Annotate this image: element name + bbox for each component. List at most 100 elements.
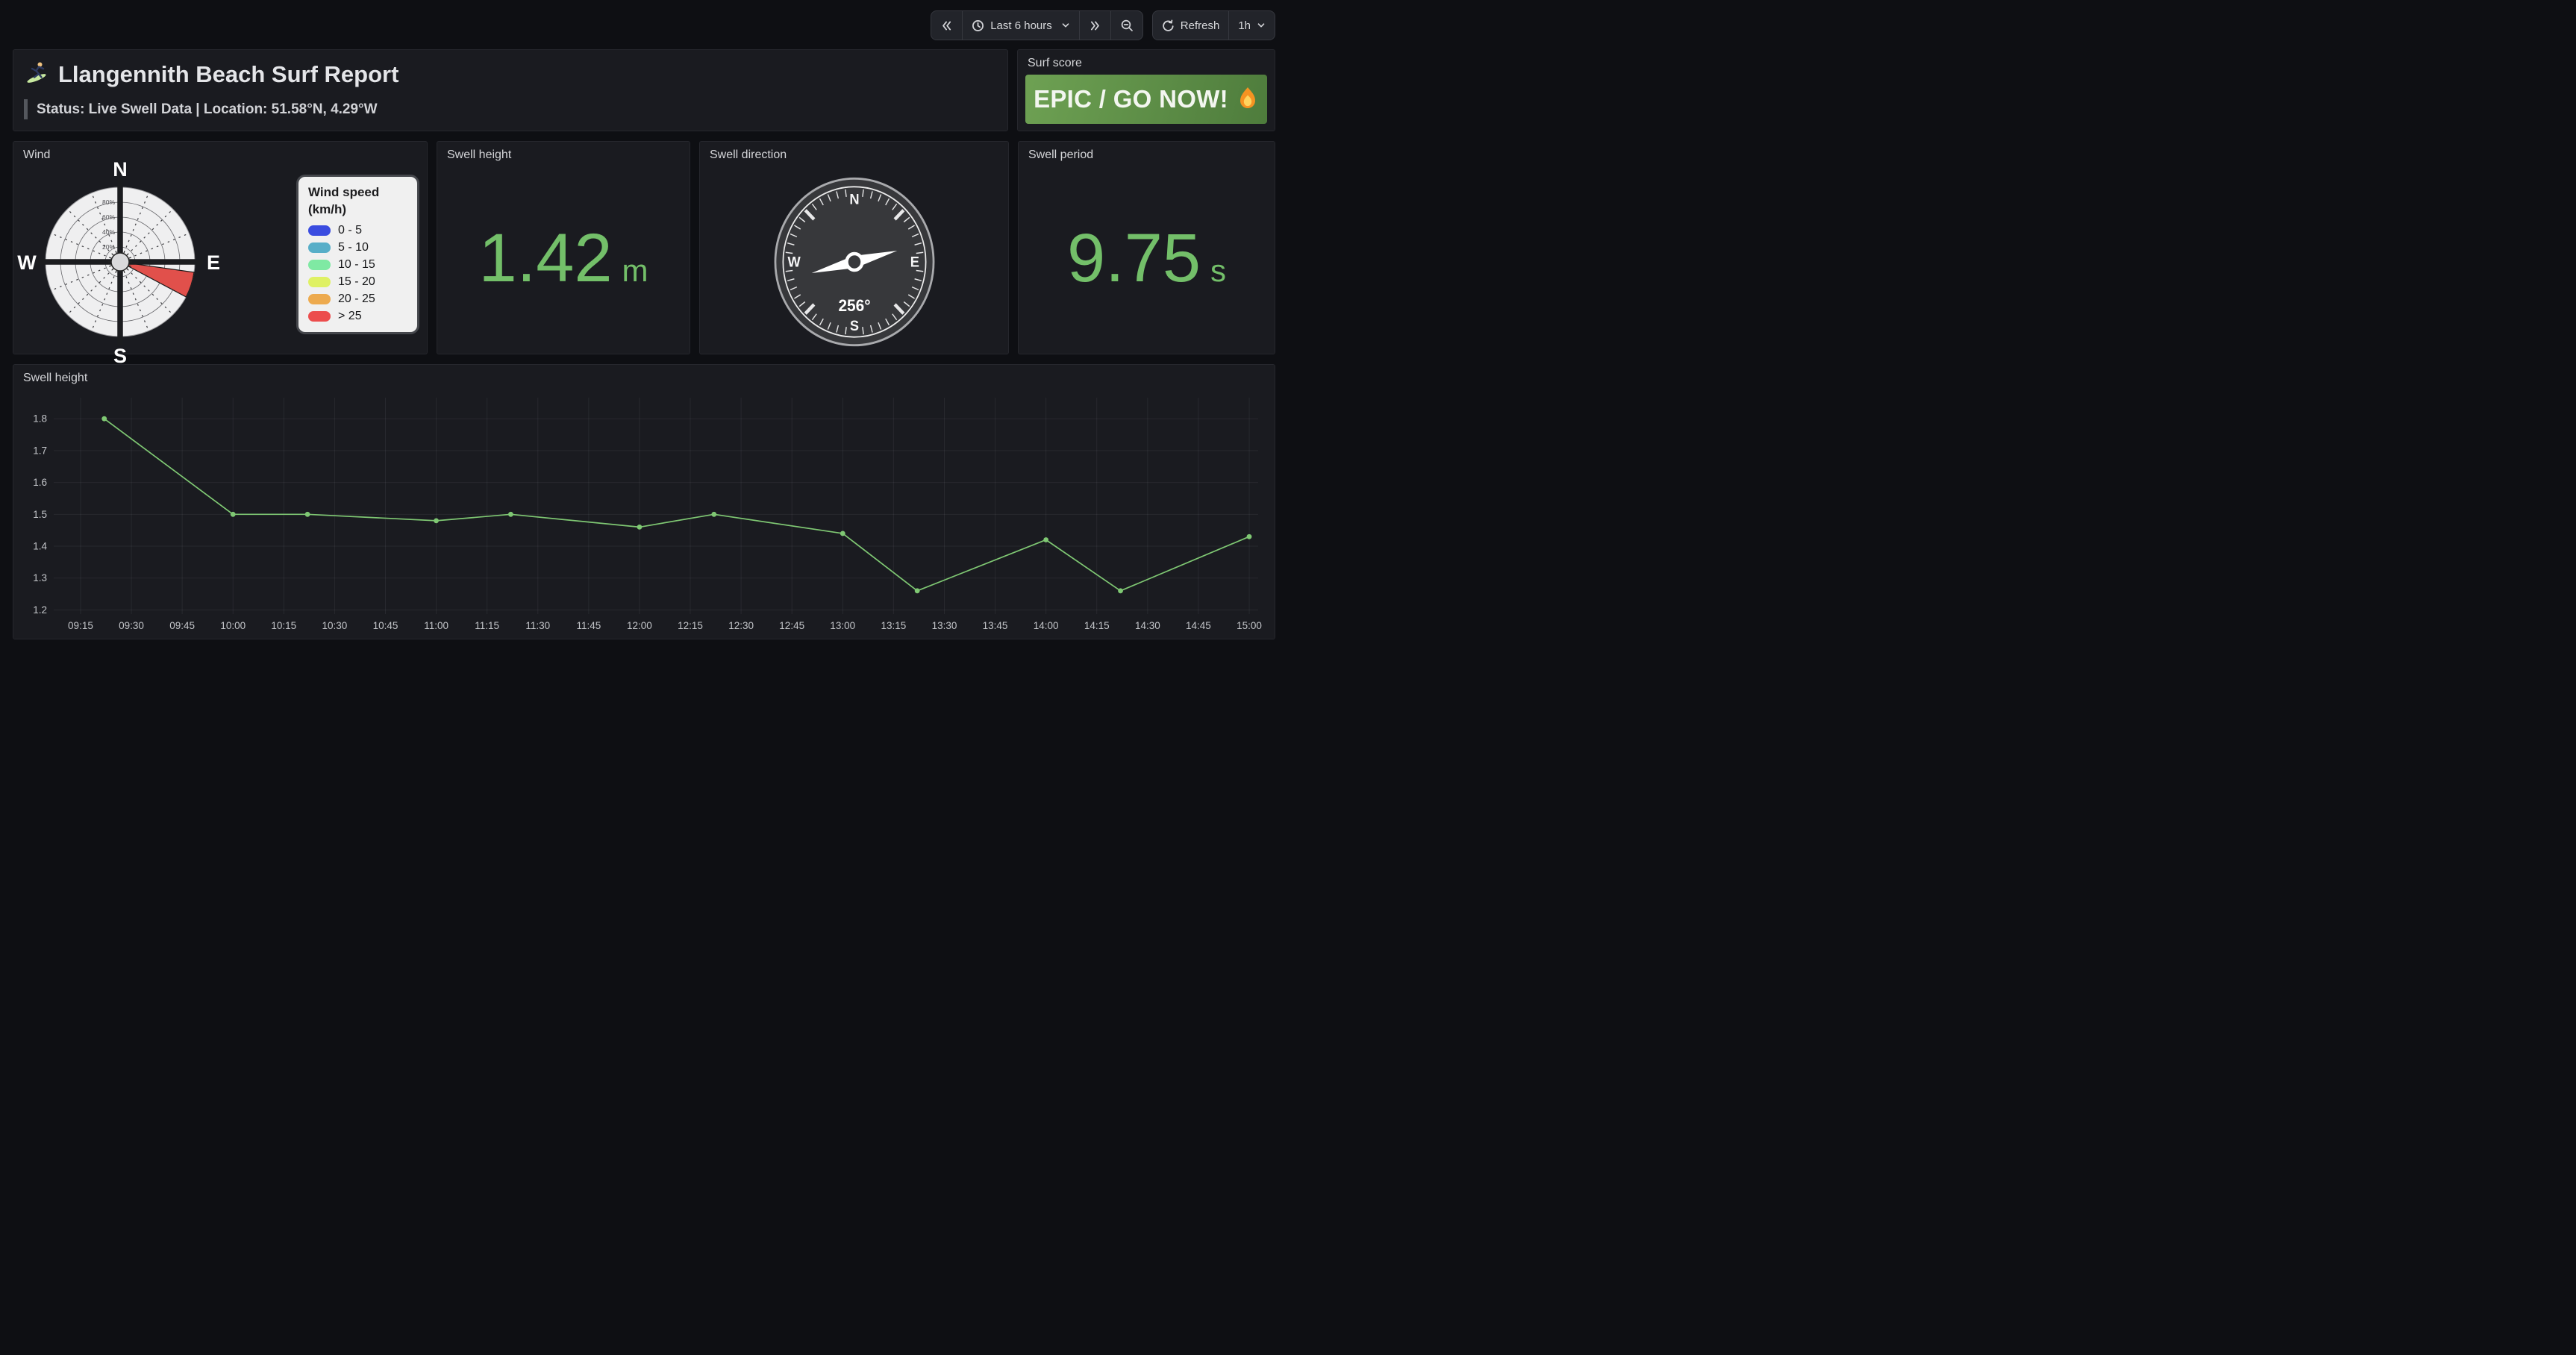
y-axis-tick: 1.3 — [33, 572, 47, 583]
page-title: Llangennith Beach Surf Report — [24, 59, 1007, 90]
swell-height-unit: m — [622, 253, 648, 289]
x-axis-tick: 12:45 — [779, 620, 804, 631]
refresh-group: Refresh 1h — [1152, 10, 1275, 40]
x-axis-tick: 13:30 — [932, 620, 957, 631]
compass-label-south: S — [850, 317, 859, 334]
x-axis-tick: 14:15 — [1084, 620, 1110, 631]
data-point — [1118, 588, 1123, 593]
surf-score-panel: Surf score EPIC / GO NOW! — [1017, 49, 1275, 131]
legend-item-1[interactable]: 5 - 10 — [308, 241, 407, 254]
swell-height-chart-panel: Swell height 1.21.31.41.51.61.71.809:150… — [13, 364, 1275, 639]
y-axis-tick: 1.2 — [33, 604, 47, 616]
swell-height-stat: 1.42 m — [437, 163, 690, 354]
time-range-label: Last 6 hours — [990, 19, 1052, 32]
x-axis-tick: 13:45 — [983, 620, 1008, 631]
data-point — [434, 518, 439, 523]
blockquote-bar — [24, 99, 28, 119]
compass-label-east: E — [910, 254, 919, 270]
panel-title-surf-score[interactable]: Surf score — [1018, 50, 1275, 70]
x-axis-tick: 10:15 — [271, 620, 296, 631]
wind-legend: Wind speed (km/h) 0 - 5 5 - 10 10 - 15 15 -… — [296, 175, 419, 334]
x-axis-tick: 12:30 — [728, 620, 754, 631]
data-point — [840, 531, 845, 536]
data-point — [637, 525, 643, 530]
swell-direction-value: 256° — [838, 296, 870, 315]
status-text: Status: Live Swell Data | Location: 51.5… — [37, 101, 378, 118]
row-gauges: Wind 20% 40% 60% 80% N E S W Wind speed … — [13, 141, 1275, 354]
panel-title-swell-height[interactable]: Swell height — [437, 142, 690, 162]
legend-item-4[interactable]: 20 - 25 — [308, 292, 407, 306]
x-axis-tick: 10:00 — [220, 620, 246, 631]
rose-ring-label: 20% — [102, 243, 115, 251]
panel-title-swell-direction[interactable]: Swell direction — [700, 142, 1008, 162]
swell-height-stat-panel: Swell height 1.42 m — [437, 141, 690, 354]
data-point — [1247, 534, 1252, 539]
x-axis-tick: 09:45 — [169, 620, 195, 631]
report-header-panel: Llangennith Beach Surf Report Status: Li… — [13, 49, 1008, 131]
swell-height-time-series[interactable]: 1.21.31.41.51.61.71.809:1509:3009:4510:0… — [19, 386, 1270, 636]
time-zoom-out-button[interactable] — [1110, 11, 1142, 40]
zoom-out-icon — [1120, 19, 1134, 32]
x-axis-tick: 15:00 — [1237, 620, 1262, 631]
time-shift-forward-button[interactable] — [1079, 11, 1110, 40]
legend-item-5[interactable]: > 25 — [308, 310, 407, 323]
surf-score-banner: EPIC / GO NOW! — [1025, 75, 1267, 124]
legend-swatch — [308, 277, 331, 287]
y-axis-tick: 1.8 — [33, 413, 47, 425]
row-header: Llangennith Beach Surf Report Status: Li… — [13, 49, 1275, 131]
rose-label-east: E — [207, 251, 220, 274]
data-point — [1043, 537, 1048, 542]
legend-swatch — [308, 294, 331, 304]
y-axis-tick: 1.4 — [33, 541, 47, 552]
swell-period-stat: 9.75 s — [1019, 163, 1275, 354]
x-axis-tick: 14:45 — [1186, 620, 1211, 631]
chevron-down-icon — [1257, 21, 1266, 30]
x-axis-tick: 11:45 — [576, 620, 601, 631]
compass-label-north: N — [849, 191, 859, 207]
x-axis-tick: 09:15 — [68, 620, 93, 631]
legend-item-3[interactable]: 15 - 20 — [308, 275, 407, 289]
panel-title-swell-period[interactable]: Swell period — [1019, 142, 1275, 162]
dashboard-toolbar: Last 6 hours Refresh — [13, 10, 1275, 40]
x-axis-tick: 12:15 — [678, 620, 703, 631]
swell-period-stat-panel: Swell period 9.75 s — [1018, 141, 1275, 354]
swell-period-unit: s — [1210, 253, 1226, 289]
refresh-interval-label: 1h — [1238, 19, 1251, 32]
legend-item-2[interactable]: 10 - 15 — [308, 258, 407, 272]
wind-rose: 20% 40% 60% 80% N E S W — [15, 157, 225, 367]
double-chevron-left-icon — [940, 19, 953, 32]
refresh-interval-button[interactable]: 1h — [1228, 11, 1275, 40]
x-axis-tick: 14:00 — [1034, 620, 1059, 631]
x-axis-tick: 11:00 — [424, 620, 448, 631]
data-point — [305, 512, 310, 517]
wind-legend-title: Wind speed (km/h) — [308, 184, 407, 219]
x-axis-tick: 11:15 — [475, 620, 499, 631]
rose-ring-label: 80% — [102, 198, 115, 206]
swell-height-line — [104, 419, 1249, 591]
swell-height-value: 1.42 — [478, 224, 612, 292]
x-axis-tick: 12:00 — [627, 620, 652, 631]
legend-label: 5 - 10 — [338, 241, 369, 254]
time-picker-group: Last 6 hours — [931, 10, 1143, 40]
wind-panel: Wind 20% 40% 60% 80% N E S W Wind speed … — [13, 141, 428, 354]
data-point — [508, 512, 513, 517]
row-chart: Swell height 1.21.31.41.51.61.71.809:150… — [13, 364, 1275, 639]
y-axis-tick: 1.5 — [33, 509, 47, 520]
legend-swatch — [308, 311, 331, 322]
time-range-picker-button[interactable]: Last 6 hours — [962, 11, 1079, 40]
panel-title-swell-height-chart[interactable]: Swell height — [13, 365, 1275, 385]
clock-icon — [972, 19, 984, 32]
legend-label: 10 - 15 — [338, 258, 375, 272]
data-point — [711, 512, 716, 517]
legend-label: 15 - 20 — [338, 275, 375, 289]
x-axis-tick: 11:30 — [525, 620, 550, 631]
legend-label: 20 - 25 — [338, 292, 375, 306]
x-axis-tick: 14:30 — [1135, 620, 1160, 631]
refresh-button[interactable]: Refresh — [1153, 11, 1229, 40]
time-shift-back-button[interactable] — [931, 11, 962, 40]
x-axis-tick: 10:45 — [373, 620, 398, 631]
surf-score-value: EPIC / GO NOW! — [1034, 85, 1228, 113]
x-axis-tick: 10:30 — [322, 620, 348, 631]
legend-label: > 25 — [338, 310, 362, 323]
legend-item-0[interactable]: 0 - 5 — [308, 224, 407, 237]
